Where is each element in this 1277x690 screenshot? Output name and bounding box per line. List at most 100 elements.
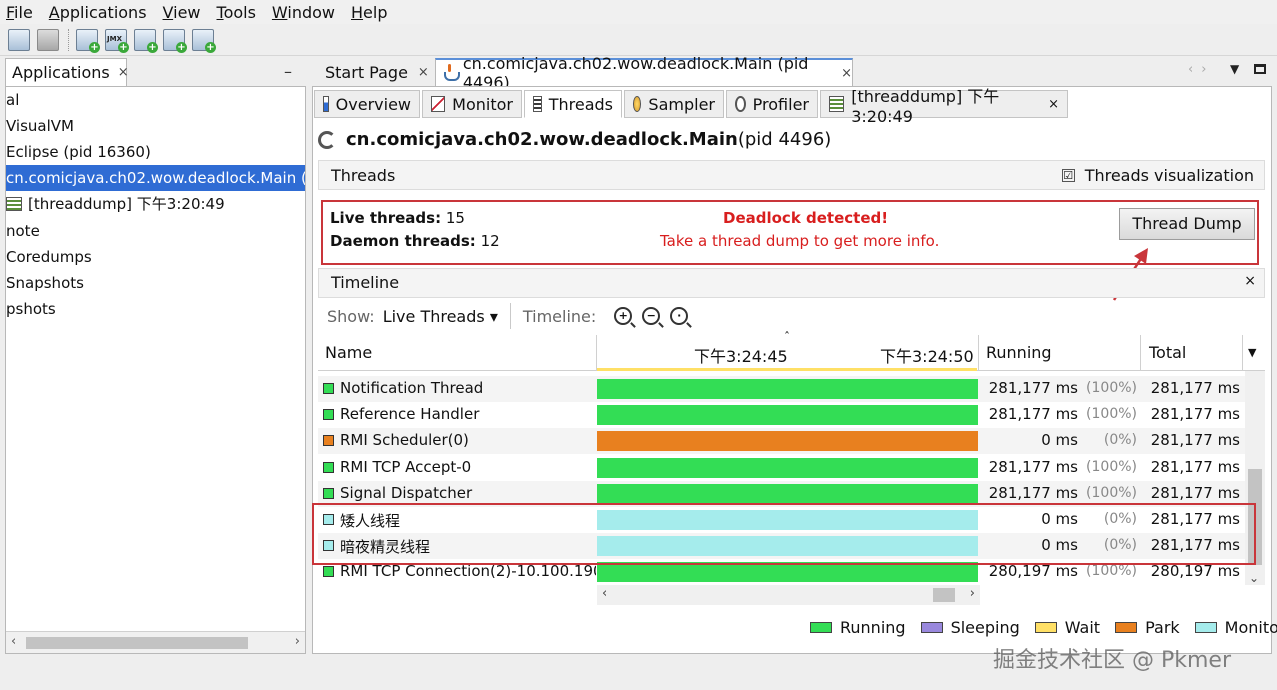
running-time: 0 ms bbox=[1041, 431, 1078, 449]
legend-swatch bbox=[1115, 622, 1138, 633]
tree-item[interactable]: Eclipse (pid 16360) bbox=[6, 139, 305, 165]
tree-item[interactable]: note bbox=[6, 218, 305, 244]
running-time: 281,177 ms bbox=[988, 458, 1078, 476]
maximize-icon[interactable] bbox=[1254, 64, 1266, 74]
tab-nav-arrows-icon[interactable]: ‹› bbox=[1188, 62, 1214, 77]
overview-icon bbox=[323, 96, 329, 112]
menu-window[interactable]: Window bbox=[272, 3, 335, 22]
thread-state-swatch bbox=[323, 435, 334, 446]
add-coredump-icon[interactable]: + bbox=[134, 28, 158, 53]
menu-file[interactable]: File bbox=[6, 3, 33, 22]
zoom-in-icon[interactable]: + bbox=[614, 307, 633, 325]
column-chooser-icon[interactable]: ▼ bbox=[1248, 346, 1256, 359]
tree-item[interactable]: Snapshots bbox=[6, 270, 305, 296]
close-icon[interactable]: × bbox=[1048, 97, 1059, 112]
tab-start-page[interactable]: Start Page × bbox=[313, 58, 431, 86]
zoom-fit-icon[interactable]: · bbox=[670, 307, 689, 325]
table-row[interactable]: RMI TCP Accept-0 281,177 ms (100%) 281,177 … bbox=[318, 455, 1245, 481]
legend: Running Sleeping Wait Park Monitor bbox=[810, 618, 1277, 637]
scroll-right-icon[interactable]: › bbox=[970, 586, 975, 601]
menu-tools[interactable]: Tools bbox=[217, 3, 256, 22]
tab-application-main[interactable]: cn.comicjava.ch02.wow.deadlock.Main (pid… bbox=[435, 54, 853, 92]
thread-timeline-bar bbox=[597, 484, 978, 504]
close-icon[interactable]: × bbox=[841, 66, 852, 81]
total-time: 281,177 ms bbox=[1150, 379, 1240, 397]
total-time: 281,177 ms bbox=[1150, 458, 1240, 476]
tab-threads[interactable]: Threads bbox=[524, 90, 622, 118]
tree-item[interactable]: al bbox=[6, 87, 305, 113]
close-icon[interactable]: × bbox=[1244, 273, 1256, 289]
add-application-icon[interactable]: + bbox=[192, 28, 216, 53]
applications-tab[interactable]: Applications × bbox=[5, 58, 129, 86]
tab-monitor[interactable]: Monitor bbox=[422, 90, 522, 118]
add-snapshot-icon[interactable]: + bbox=[163, 28, 187, 53]
table-row[interactable]: Notification Thread 281,177 ms (100%) 281,1… bbox=[318, 376, 1245, 402]
save-icon[interactable] bbox=[37, 28, 59, 51]
column-running[interactable]: Running bbox=[986, 343, 1052, 362]
threaddump-icon bbox=[829, 96, 845, 112]
scroll-left-icon[interactable]: ‹ bbox=[602, 586, 607, 601]
scroll-left-icon[interactable]: ‹ bbox=[11, 634, 16, 649]
tree-item[interactable]: Coredumps bbox=[6, 244, 305, 270]
close-icon[interactable]: × bbox=[418, 65, 429, 80]
table-header: Name 下午3:24:45 ˆ 下午3:24:50 Running Total… bbox=[318, 330, 1265, 371]
thread-name: RMI TCP Accept-0 bbox=[340, 458, 472, 476]
timeline-tick: 下午3:24:45 bbox=[694, 347, 788, 366]
tab-start-page-label: Start Page bbox=[325, 62, 408, 82]
running-time: 281,177 ms bbox=[988, 379, 1078, 397]
scroll-down-icon[interactable]: ⌄ bbox=[1249, 571, 1259, 585]
tree-item[interactable]: VisualVM bbox=[6, 113, 305, 139]
tab-threaddump[interactable]: [threaddump] 下午3:20:49 × bbox=[820, 87, 1068, 126]
tree-item[interactable]: pshots bbox=[6, 296, 305, 322]
running-percent: (100%) bbox=[1086, 380, 1137, 396]
scrollbar-thumb[interactable] bbox=[933, 588, 955, 602]
threads-icon bbox=[533, 96, 542, 112]
timeline-tick: 下午3:24:50 bbox=[880, 347, 974, 366]
close-icon[interactable]: × bbox=[118, 65, 129, 80]
table-row[interactable]: RMI Scheduler(0) 0 ms (0%) 281,177 ms bbox=[318, 428, 1245, 454]
add-host-icon[interactable]: + bbox=[76, 28, 100, 53]
tab-overview[interactable]: Overview bbox=[314, 90, 420, 118]
threads-section-header: Threads ☑ Threads visualization bbox=[318, 160, 1265, 190]
legend-item-wait: Wait bbox=[1034, 618, 1100, 637]
tab-sampler[interactable]: Sampler bbox=[624, 90, 724, 118]
total-time: 281,177 ms bbox=[1150, 484, 1240, 502]
column-total[interactable]: Total bbox=[1149, 343, 1186, 362]
thread-name: RMI Scheduler(0) bbox=[340, 431, 469, 449]
timeline-label: Timeline: bbox=[522, 306, 597, 326]
thread-name: Notification Thread bbox=[340, 379, 484, 397]
running-percent: (100%) bbox=[1086, 406, 1137, 422]
column-name[interactable]: Name bbox=[325, 343, 372, 362]
threads-visualization-checkbox[interactable]: ☑ Threads visualization bbox=[1061, 166, 1254, 185]
java-icon bbox=[442, 64, 460, 82]
timeline-toolbar: Show: Live Threads ▾ Timeline: + − · bbox=[327, 303, 689, 329]
thread-state-swatch bbox=[323, 488, 334, 499]
scroll-right-icon[interactable]: › bbox=[295, 634, 300, 649]
left-horizontal-scrollbar[interactable]: ‹ › bbox=[6, 631, 305, 653]
profiler-icon bbox=[735, 96, 746, 112]
zoom-out-icon[interactable]: − bbox=[642, 307, 661, 325]
minimize-icon[interactable]: – bbox=[284, 62, 292, 81]
timeline-horizontal-scrollbar[interactable]: ‹ › bbox=[597, 585, 980, 605]
tab-profiler[interactable]: Profiler bbox=[726, 90, 818, 118]
thread-state-swatch bbox=[323, 383, 334, 394]
scrollbar-thumb[interactable] bbox=[26, 637, 248, 649]
open-file-icon[interactable] bbox=[8, 28, 30, 51]
thread-dump-button[interactable]: Thread Dump bbox=[1119, 208, 1255, 240]
show-dropdown[interactable]: Live Threads ▾ bbox=[383, 307, 498, 326]
checkbox-icon[interactable]: ☑ bbox=[1061, 169, 1075, 182]
menu-applications[interactable]: Applications bbox=[49, 3, 147, 22]
tab-list-dropdown-icon[interactable]: ▼ bbox=[1230, 62, 1239, 76]
table-row[interactable]: Reference Handler 281,177 ms (100%) 281,177… bbox=[318, 402, 1245, 428]
deadlocked-threads-highlight bbox=[312, 503, 1256, 565]
tree-item-threaddump[interactable]: [threaddump] 下午3:20:49 bbox=[6, 191, 305, 217]
menu-help[interactable]: Help bbox=[351, 3, 387, 22]
timeline-section-label: Timeline bbox=[331, 273, 400, 292]
monitor-icon bbox=[431, 96, 446, 112]
add-jmx-icon[interactable]: JMX + bbox=[105, 28, 129, 53]
tree-item-selected[interactable]: cn.comicjava.ch02.wow.deadlock.Main (p bbox=[6, 165, 305, 191]
sampler-icon bbox=[633, 96, 642, 112]
total-time: 281,177 ms bbox=[1150, 431, 1240, 449]
menu-view[interactable]: View bbox=[163, 3, 201, 22]
thread-state-swatch bbox=[323, 409, 334, 420]
